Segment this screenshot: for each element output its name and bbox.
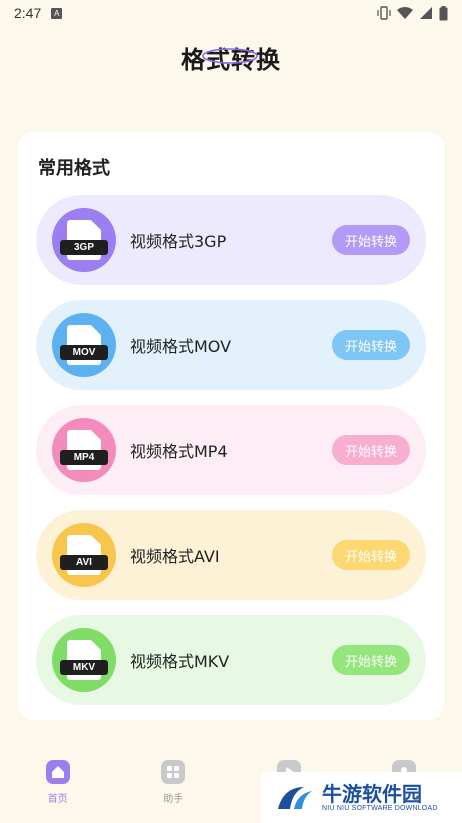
home-icon — [45, 760, 70, 784]
page-title: 格式转换 — [181, 46, 281, 74]
file-mkv-icon: MKV — [52, 628, 116, 692]
nav-label: 首页 — [47, 794, 68, 805]
status-bar: 2:47 A — [0, 0, 462, 26]
watermark-subtitle: NIU NIU SOFTWARE DOWNLOAD — [322, 805, 438, 812]
watermark-logo-icon — [278, 786, 312, 809]
start-convert-button-mov[interactable]: 开始转换 — [332, 330, 410, 360]
nav-item-assistant[interactable]: 助手 — [123, 750, 223, 823]
start-convert-button-3gp[interactable]: 开始转换 — [332, 225, 410, 255]
nav-label: 助手 — [163, 794, 184, 805]
file-tag: AVI — [60, 555, 108, 570]
start-convert-button-avi[interactable]: 开始转换 — [332, 540, 410, 570]
notification-a-icon: A — [51, 7, 63, 19]
nav-item-home[interactable]: 首页 — [8, 750, 108, 823]
format-label: 视频格式MOV — [130, 337, 232, 356]
status-icons — [377, 5, 448, 21]
file-tag: MP4 — [60, 450, 108, 465]
file-mp4-icon: MP4 — [52, 418, 116, 482]
format-row-3gp[interactable]: 3GP 视频格式3GP 开始转换 — [36, 195, 426, 285]
format-row-mkv[interactable]: MKV 视频格式MKV 开始转换 — [36, 615, 426, 705]
file-avi-icon: AVI — [52, 523, 116, 587]
format-row-avi[interactable]: AVI 视频格式AVI 开始转换 — [36, 510, 426, 600]
watermark-title: 牛游软件园 — [322, 782, 422, 806]
format-label: 视频格式AVI — [130, 547, 220, 566]
file-tag: MOV — [60, 345, 108, 360]
wifi-icon — [397, 6, 413, 20]
grid-icon — [161, 760, 186, 784]
format-card: 常用格式 3GP 视频格式3GP 开始转换 MOV 视频格式MOV 开始转换 M… — [18, 132, 444, 720]
signal-icon — [420, 7, 432, 19]
section-title: 常用格式 — [38, 158, 110, 179]
status-time: 2:47 — [14, 5, 42, 21]
format-row-mp4[interactable]: MP4 视频格式MP4 开始转换 — [36, 405, 426, 495]
format-label: 视频格式MP4 — [130, 442, 228, 461]
file-3gp-icon: 3GP — [52, 208, 116, 272]
battery-icon — [439, 5, 448, 20]
format-label: 视频格式MKV — [130, 652, 230, 671]
vibrate-icon — [377, 6, 391, 20]
file-tag: MKV — [60, 660, 108, 675]
file-tag: 3GP — [60, 240, 108, 255]
format-label: 视频格式3GP — [130, 232, 227, 251]
file-mov-icon: MOV — [52, 313, 116, 377]
start-convert-button-mp4[interactable]: 开始转换 — [332, 435, 410, 465]
start-convert-button-mkv[interactable]: 开始转换 — [332, 645, 410, 675]
watermark: 牛游软件园 NIU NIU SOFTWARE DOWNLOAD — [262, 772, 462, 823]
format-row-mov[interactable]: MOV 视频格式MOV 开始转换 — [36, 300, 426, 390]
